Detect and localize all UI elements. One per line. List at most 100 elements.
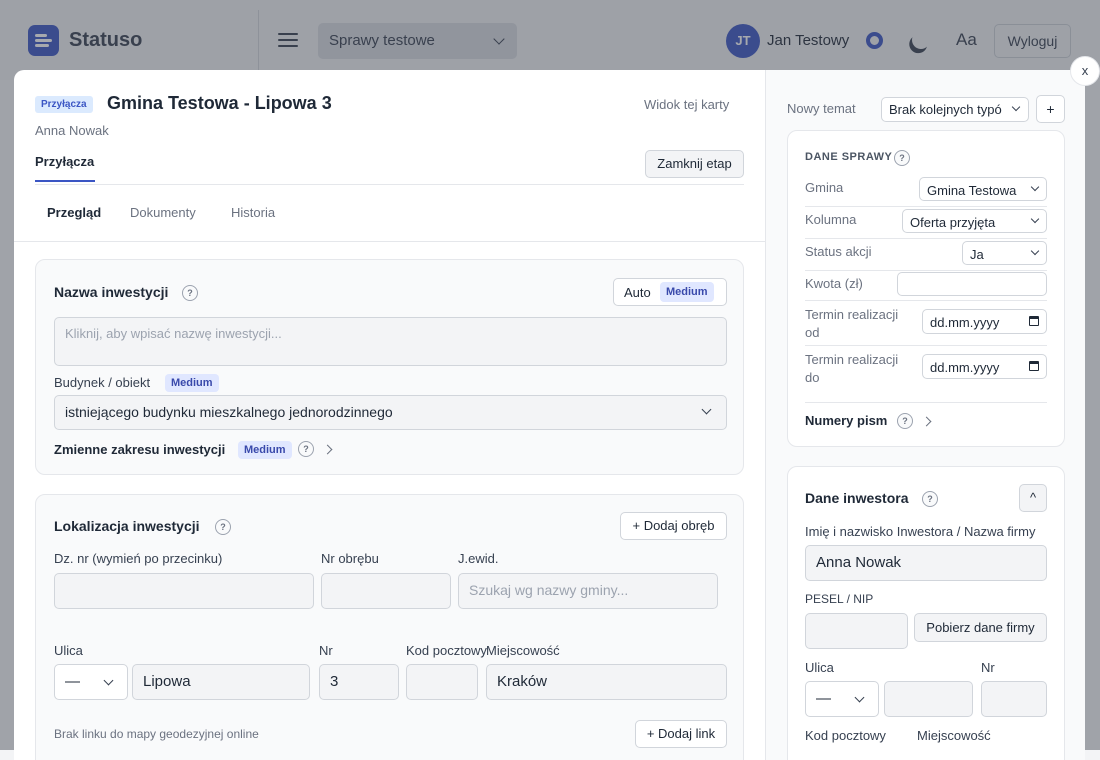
close-stage-button[interactable]: Zamknij etap bbox=[645, 150, 744, 178]
investment-card: Nazwa inwestycji ? Auto Medium Kliknij, … bbox=[35, 259, 744, 475]
tab-history[interactable]: Historia bbox=[231, 205, 275, 220]
modal-main: Przyłącza Gmina Testowa - Lipowa 3 Anna … bbox=[14, 70, 765, 760]
building-select[interactable]: istniejącego budynku mieszkalnego jednor… bbox=[54, 395, 727, 430]
plot-label: Dz. nr (wymień po przecinku) bbox=[54, 551, 223, 566]
chevron-right-icon[interactable] bbox=[921, 416, 932, 427]
chevron-down-icon bbox=[1030, 182, 1040, 192]
help-icon[interactable]: ? bbox=[894, 150, 910, 166]
date-from-label: Termin realizacji od bbox=[805, 307, 899, 340]
chevron-down-icon bbox=[103, 675, 114, 686]
add-precinct-button[interactable]: + Dodaj obręb bbox=[620, 512, 727, 540]
chevron-down-icon bbox=[854, 692, 865, 703]
column-label: Kolumna bbox=[805, 212, 857, 227]
divider bbox=[35, 184, 744, 185]
case-title: Gmina Testowa - Lipowa 3 bbox=[107, 93, 332, 113]
fetch-company-button[interactable]: Pobierz dane firmy bbox=[914, 613, 1047, 642]
auto-toggle[interactable]: Auto Medium bbox=[613, 278, 727, 306]
date-from-placeholder: dd.mm.yyyy bbox=[930, 315, 1000, 330]
street-label: Ulica bbox=[54, 643, 83, 658]
column-value: Oferta przyjęta bbox=[910, 215, 996, 230]
postal-label: Kod pocztowy bbox=[406, 643, 487, 658]
pesel-label: PESEL / NIP bbox=[805, 592, 874, 606]
investor-postal-label: Kod pocztowy bbox=[805, 728, 886, 743]
help-icon[interactable]: ? bbox=[897, 413, 913, 429]
divider bbox=[14, 241, 765, 242]
street-prefix-select[interactable]: — bbox=[54, 664, 128, 700]
scope-variables-label[interactable]: Zmienne zakresu inwestycji bbox=[54, 442, 225, 457]
divider bbox=[805, 402, 1047, 403]
pesel-input[interactable] bbox=[805, 613, 908, 649]
investor-nr-input[interactable] bbox=[981, 681, 1047, 717]
investor-name-input[interactable]: Anna Nowak bbox=[805, 545, 1047, 581]
help-icon[interactable]: ? bbox=[922, 491, 938, 507]
case-modal: Przyłącza Gmina Testowa - Lipowa 3 Anna … bbox=[14, 70, 1085, 760]
building-badge: Medium bbox=[165, 374, 219, 392]
scope-variables-badge: Medium bbox=[238, 441, 292, 459]
investment-name-placeholder: Kliknij, aby wpisać nazwę inwestycji... bbox=[65, 326, 282, 341]
investor-street-prefix-value: — bbox=[816, 690, 831, 707]
close-modal-button[interactable]: x bbox=[1070, 56, 1100, 86]
column-select[interactable]: Oferta przyjęta bbox=[902, 209, 1047, 233]
tab-documents[interactable]: Dokumenty bbox=[130, 205, 196, 220]
investment-title: Nazwa inwestycji bbox=[54, 284, 169, 300]
precinct-input[interactable] bbox=[321, 573, 451, 609]
investor-street-input[interactable] bbox=[884, 681, 973, 717]
city-label: Miejscowość bbox=[486, 643, 560, 658]
auto-badge: Medium bbox=[660, 282, 714, 302]
municipality-select[interactable]: Gmina Testowa bbox=[919, 177, 1047, 201]
date-to-input[interactable]: dd.mm.yyyy bbox=[922, 354, 1047, 379]
date-to-label: Termin realizacji do bbox=[805, 352, 899, 385]
jewid-label: J.ewid. bbox=[458, 551, 499, 566]
chevron-right-icon[interactable] bbox=[322, 444, 333, 455]
amount-input[interactable] bbox=[897, 272, 1047, 296]
divider bbox=[805, 206, 1047, 207]
card-view-link[interactable]: Widok tej karty bbox=[644, 97, 729, 112]
stage-tab[interactable]: Przyłącza bbox=[35, 154, 94, 169]
add-link-button[interactable]: + Dodaj link bbox=[635, 720, 727, 748]
location-title: Lokalizacja inwestycji bbox=[54, 518, 200, 534]
collapse-button[interactable]: ^ bbox=[1019, 484, 1047, 512]
help-icon[interactable]: ? bbox=[298, 441, 314, 457]
plot-input[interactable] bbox=[54, 573, 314, 609]
street-prefix-value: — bbox=[65, 673, 80, 690]
municipality-value: Gmina Testowa bbox=[927, 183, 1017, 198]
nr-input[interactable]: 3 bbox=[319, 664, 399, 700]
calendar-icon bbox=[1029, 316, 1039, 326]
new-topic-value: Brak kolejnych typó bbox=[889, 102, 1002, 117]
investor-city-label: Miejscowość bbox=[917, 728, 991, 743]
location-card: Lokalizacja inwestycji ? + Dodaj obręb D… bbox=[35, 494, 744, 760]
stage-tab-underline bbox=[35, 180, 95, 182]
postal-input[interactable] bbox=[406, 664, 478, 700]
new-topic-label: Nowy temat bbox=[787, 101, 856, 116]
action-status-label: Status akcji bbox=[805, 244, 872, 259]
type-badge: Przyłącza bbox=[35, 96, 93, 113]
chevron-down-icon bbox=[701, 404, 712, 415]
investor-name-label: Imię i nazwisko Inwestora / Nazwa firmy bbox=[805, 524, 1036, 539]
city-input[interactable]: Kraków bbox=[486, 664, 727, 700]
auto-label: Auto bbox=[624, 285, 651, 300]
add-topic-button[interactable]: + bbox=[1036, 95, 1065, 123]
map-link-info: Brak linku do mapy geodezyjnej online bbox=[54, 727, 259, 741]
jewid-search-input[interactable]: Szukaj wg nazwy gminy... bbox=[458, 573, 718, 609]
tab-overview[interactable]: Przegląd bbox=[47, 205, 101, 220]
divider bbox=[805, 345, 1047, 346]
investor-street-prefix-select[interactable]: — bbox=[805, 681, 879, 717]
investment-name-input[interactable]: Kliknij, aby wpisać nazwę inwestycji... bbox=[54, 317, 727, 366]
jewid-placeholder: Szukaj wg nazwy gminy... bbox=[469, 582, 629, 598]
new-topic-select[interactable]: Brak kolejnych typó bbox=[881, 97, 1029, 122]
case-subtitle: Anna Nowak bbox=[35, 123, 109, 138]
investor-nr-label: Nr bbox=[981, 660, 995, 675]
letters-label[interactable]: Numery pism bbox=[805, 413, 887, 428]
divider bbox=[805, 300, 1047, 301]
divider bbox=[805, 238, 1047, 239]
nr-label: Nr bbox=[319, 643, 333, 658]
date-from-input[interactable]: dd.mm.yyyy bbox=[922, 309, 1047, 334]
help-icon[interactable]: ? bbox=[215, 519, 231, 535]
help-icon[interactable]: ? bbox=[182, 285, 198, 301]
calendar-icon bbox=[1029, 361, 1039, 371]
action-status-value: Ja bbox=[970, 247, 984, 262]
municipality-label: Gmina bbox=[805, 180, 844, 195]
action-status-select[interactable]: Ja bbox=[962, 241, 1047, 265]
chevron-down-icon bbox=[1030, 214, 1040, 224]
street-input[interactable]: Lipowa bbox=[132, 664, 310, 700]
